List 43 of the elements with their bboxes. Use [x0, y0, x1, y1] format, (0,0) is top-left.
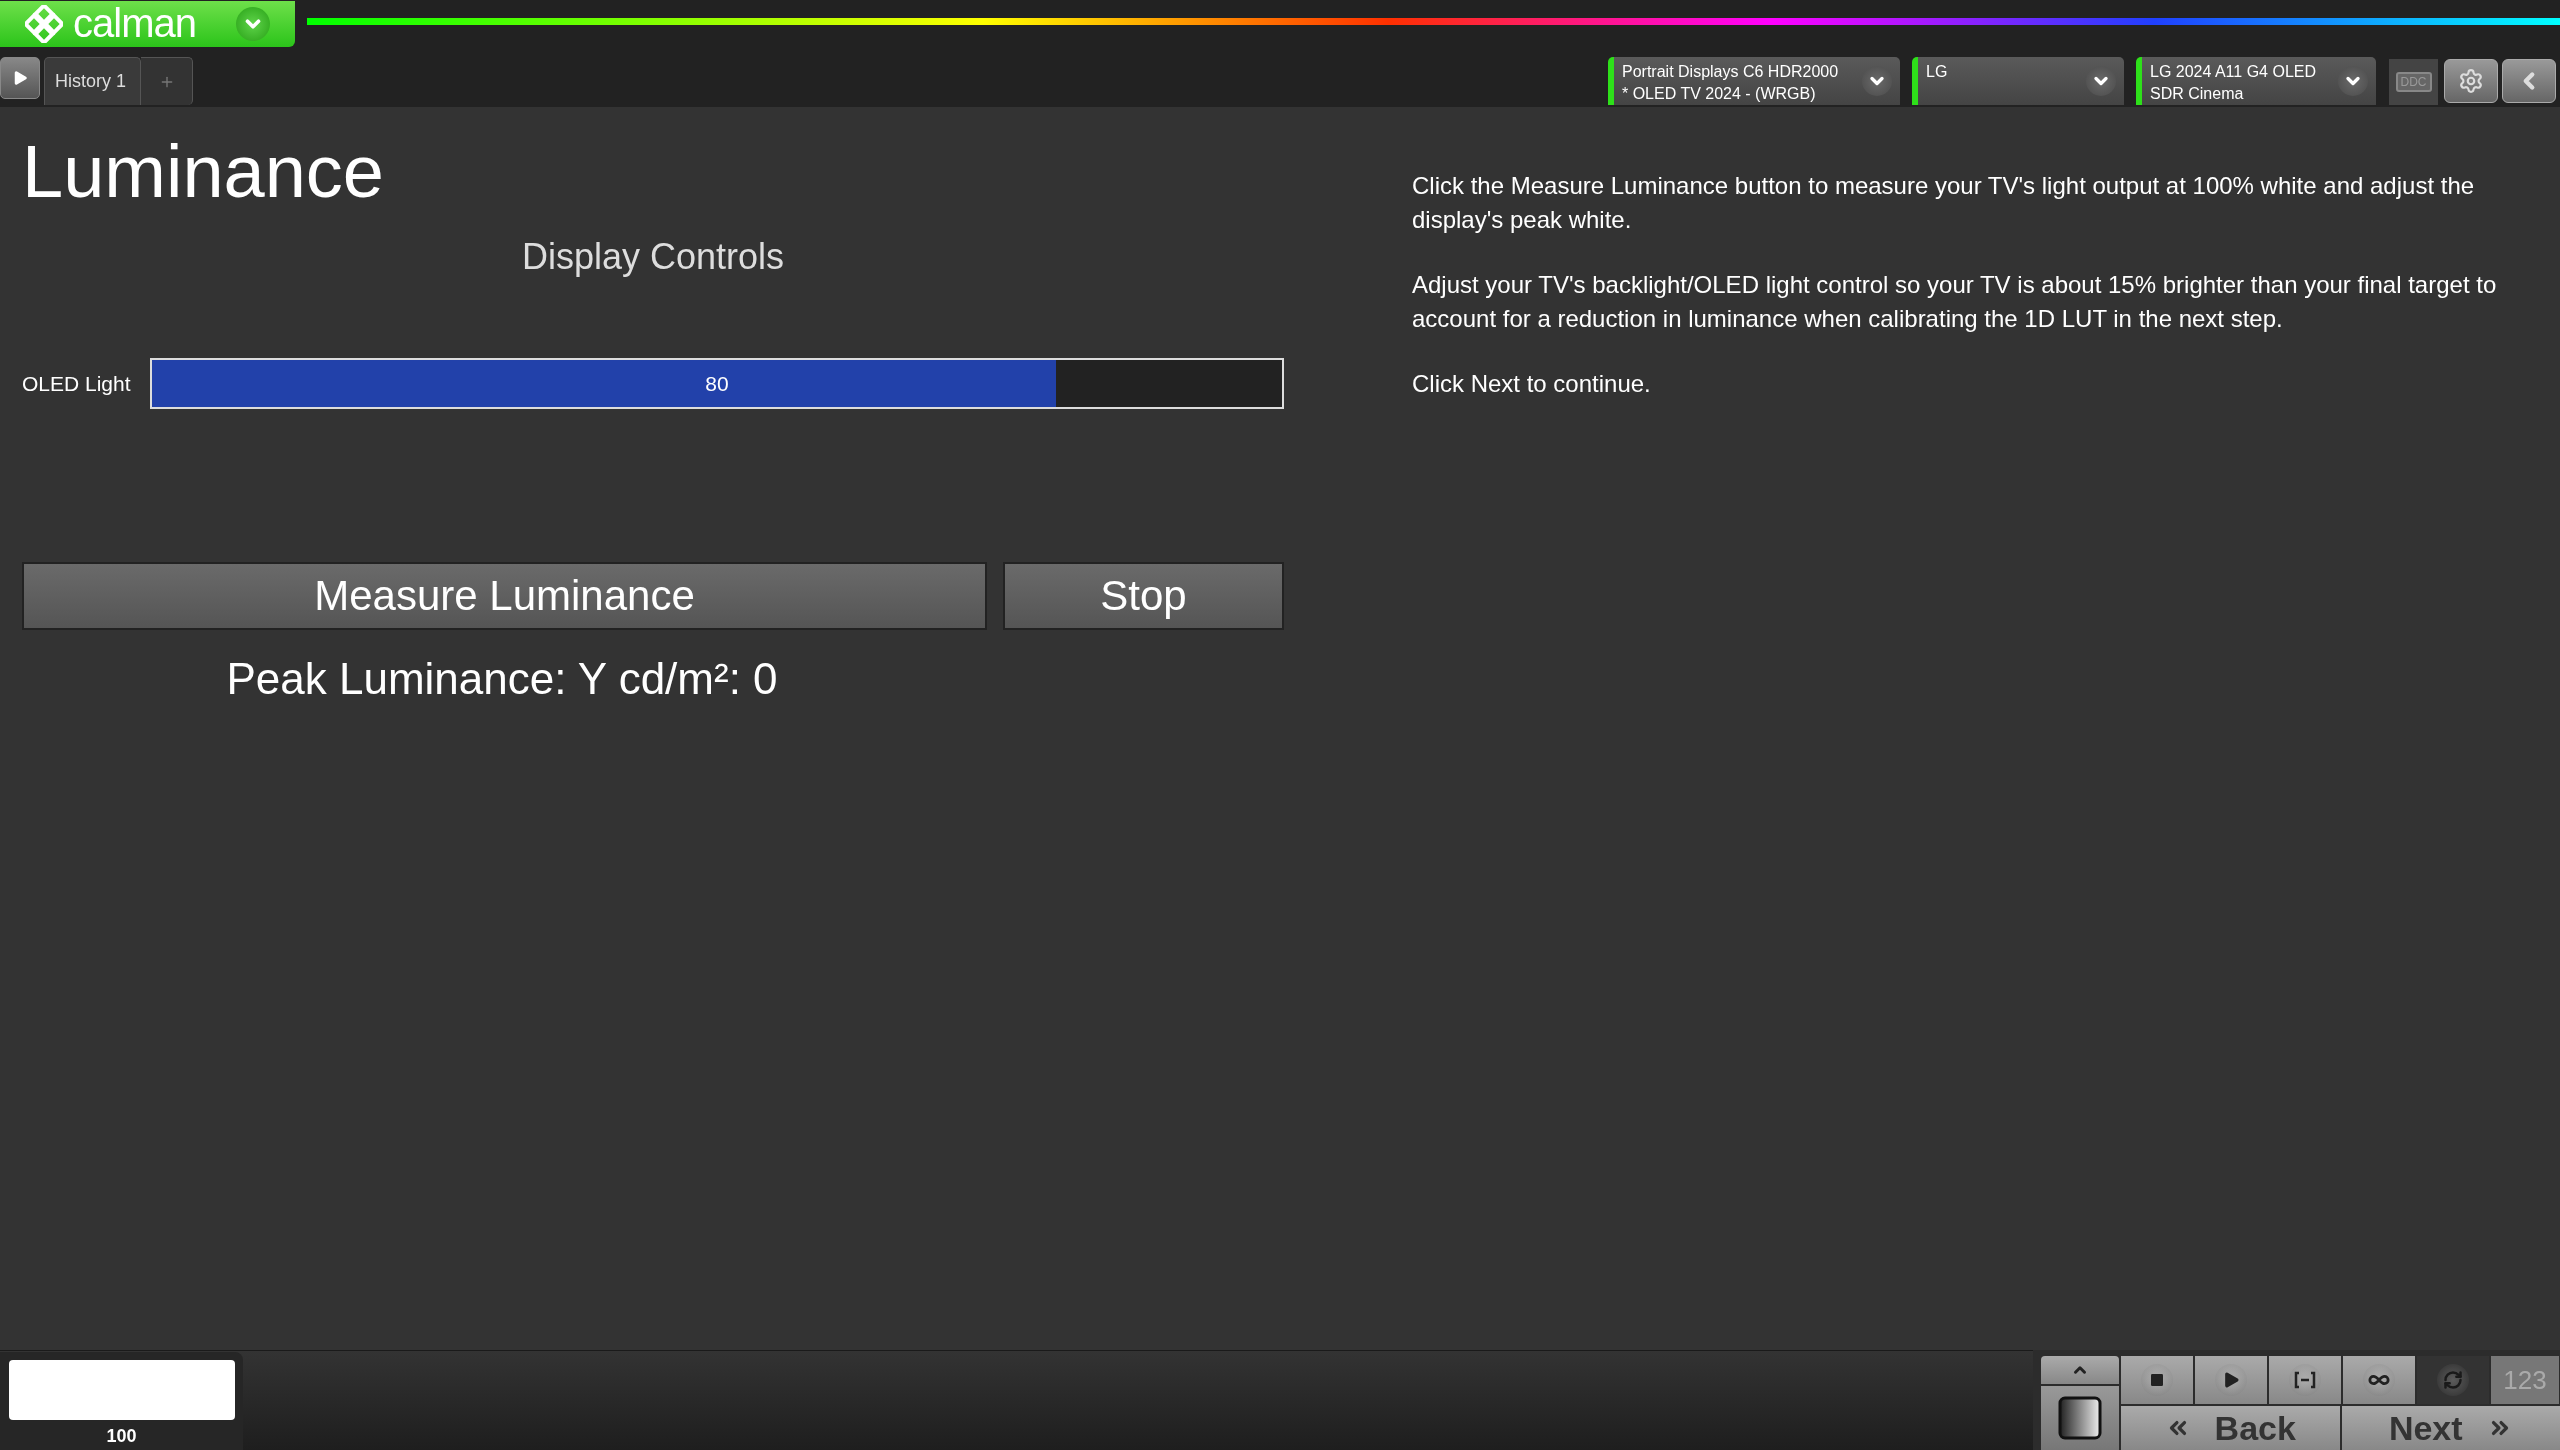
instruction-text: Adjust your TV's backlight/OLED light control so your TV is about 15% brighter than your final target to account for a reduction in luminance when calibrating the 1D LUT in the next step.	[1412, 270, 2498, 334]
result-text: Peak Luminance: Y cd/m²: 0	[225, 654, 779, 704]
collapse-button[interactable]	[2502, 59, 2556, 103]
page-title: Luminance	[22, 129, 385, 214]
menu-dropdown-button[interactable]	[235, 6, 270, 41]
pattern-button[interactable]	[2041, 1386, 2119, 1450]
settings-icon	[2458, 68, 2484, 94]
next-button[interactable]: Next	[2341, 1406, 2560, 1450]
slider-value: 80	[705, 371, 729, 396]
stop-button[interactable]: Stop	[1003, 562, 1284, 630]
up-button[interactable]	[2041, 1356, 2119, 1384]
toolbar-button[interactable]	[2121, 1356, 2193, 1404]
slider-track[interactable]: 80	[150, 358, 1284, 409]
logo-icon	[25, 4, 63, 43]
bracket-range-icon	[2294, 1371, 2316, 1389]
device-selector[interactable]: Portrait Displays C6 HDR2000 * OLED TV 2024 - (WRGB)	[1608, 57, 1900, 105]
section-title: Display Controls	[520, 236, 786, 278]
instruction-text: Click the Measure Luminance button to measure your TV's light output at 100% white and adjust the display's peak white.	[1412, 171, 2476, 235]
gradient-square-icon	[2058, 1396, 2102, 1440]
device-mode: SDR Cinema	[2150, 84, 2245, 104]
back-button[interactable]: Back	[2121, 1406, 2340, 1450]
device-selector[interactable]: LG 2024 A11 G4 OLED SDR Cinema	[2136, 57, 2376, 105]
device-name: LG	[1926, 62, 1948, 82]
device-name: LG 2024 A11 G4 OLED	[2150, 62, 2317, 82]
toolbar-button[interactable]	[2195, 1356, 2267, 1404]
history-tab[interactable]: History 1	[44, 57, 141, 105]
settings-button[interactable]	[2444, 59, 2498, 103]
expand-button[interactable]	[0, 57, 40, 99]
refresh-icon	[2443, 1370, 2463, 1390]
device-mode: * OLED TV 2024 - (WRGB)	[1622, 84, 1817, 104]
instruction-text: Click Next to continue.	[1412, 369, 1652, 399]
measure-button[interactable]: Measure Luminance	[22, 562, 987, 630]
device-selector[interactable]: LG	[1912, 57, 2124, 105]
dropdown-caret-icon	[2338, 66, 2368, 96]
toolbar-button[interactable]	[2269, 1356, 2341, 1404]
logo-text: calman	[73, 1, 196, 46]
device-name: Portrait Displays C6 HDR2000	[1622, 62, 1839, 82]
dropdown-caret-icon	[1862, 66, 1892, 96]
dropdown-caret-icon	[2086, 66, 2116, 96]
stop-icon	[2149, 1372, 2165, 1388]
pattern-label: 100	[106, 1426, 137, 1447]
toolbar-button[interactable]	[2343, 1356, 2415, 1404]
control-label: OLED Light	[22, 371, 132, 396]
